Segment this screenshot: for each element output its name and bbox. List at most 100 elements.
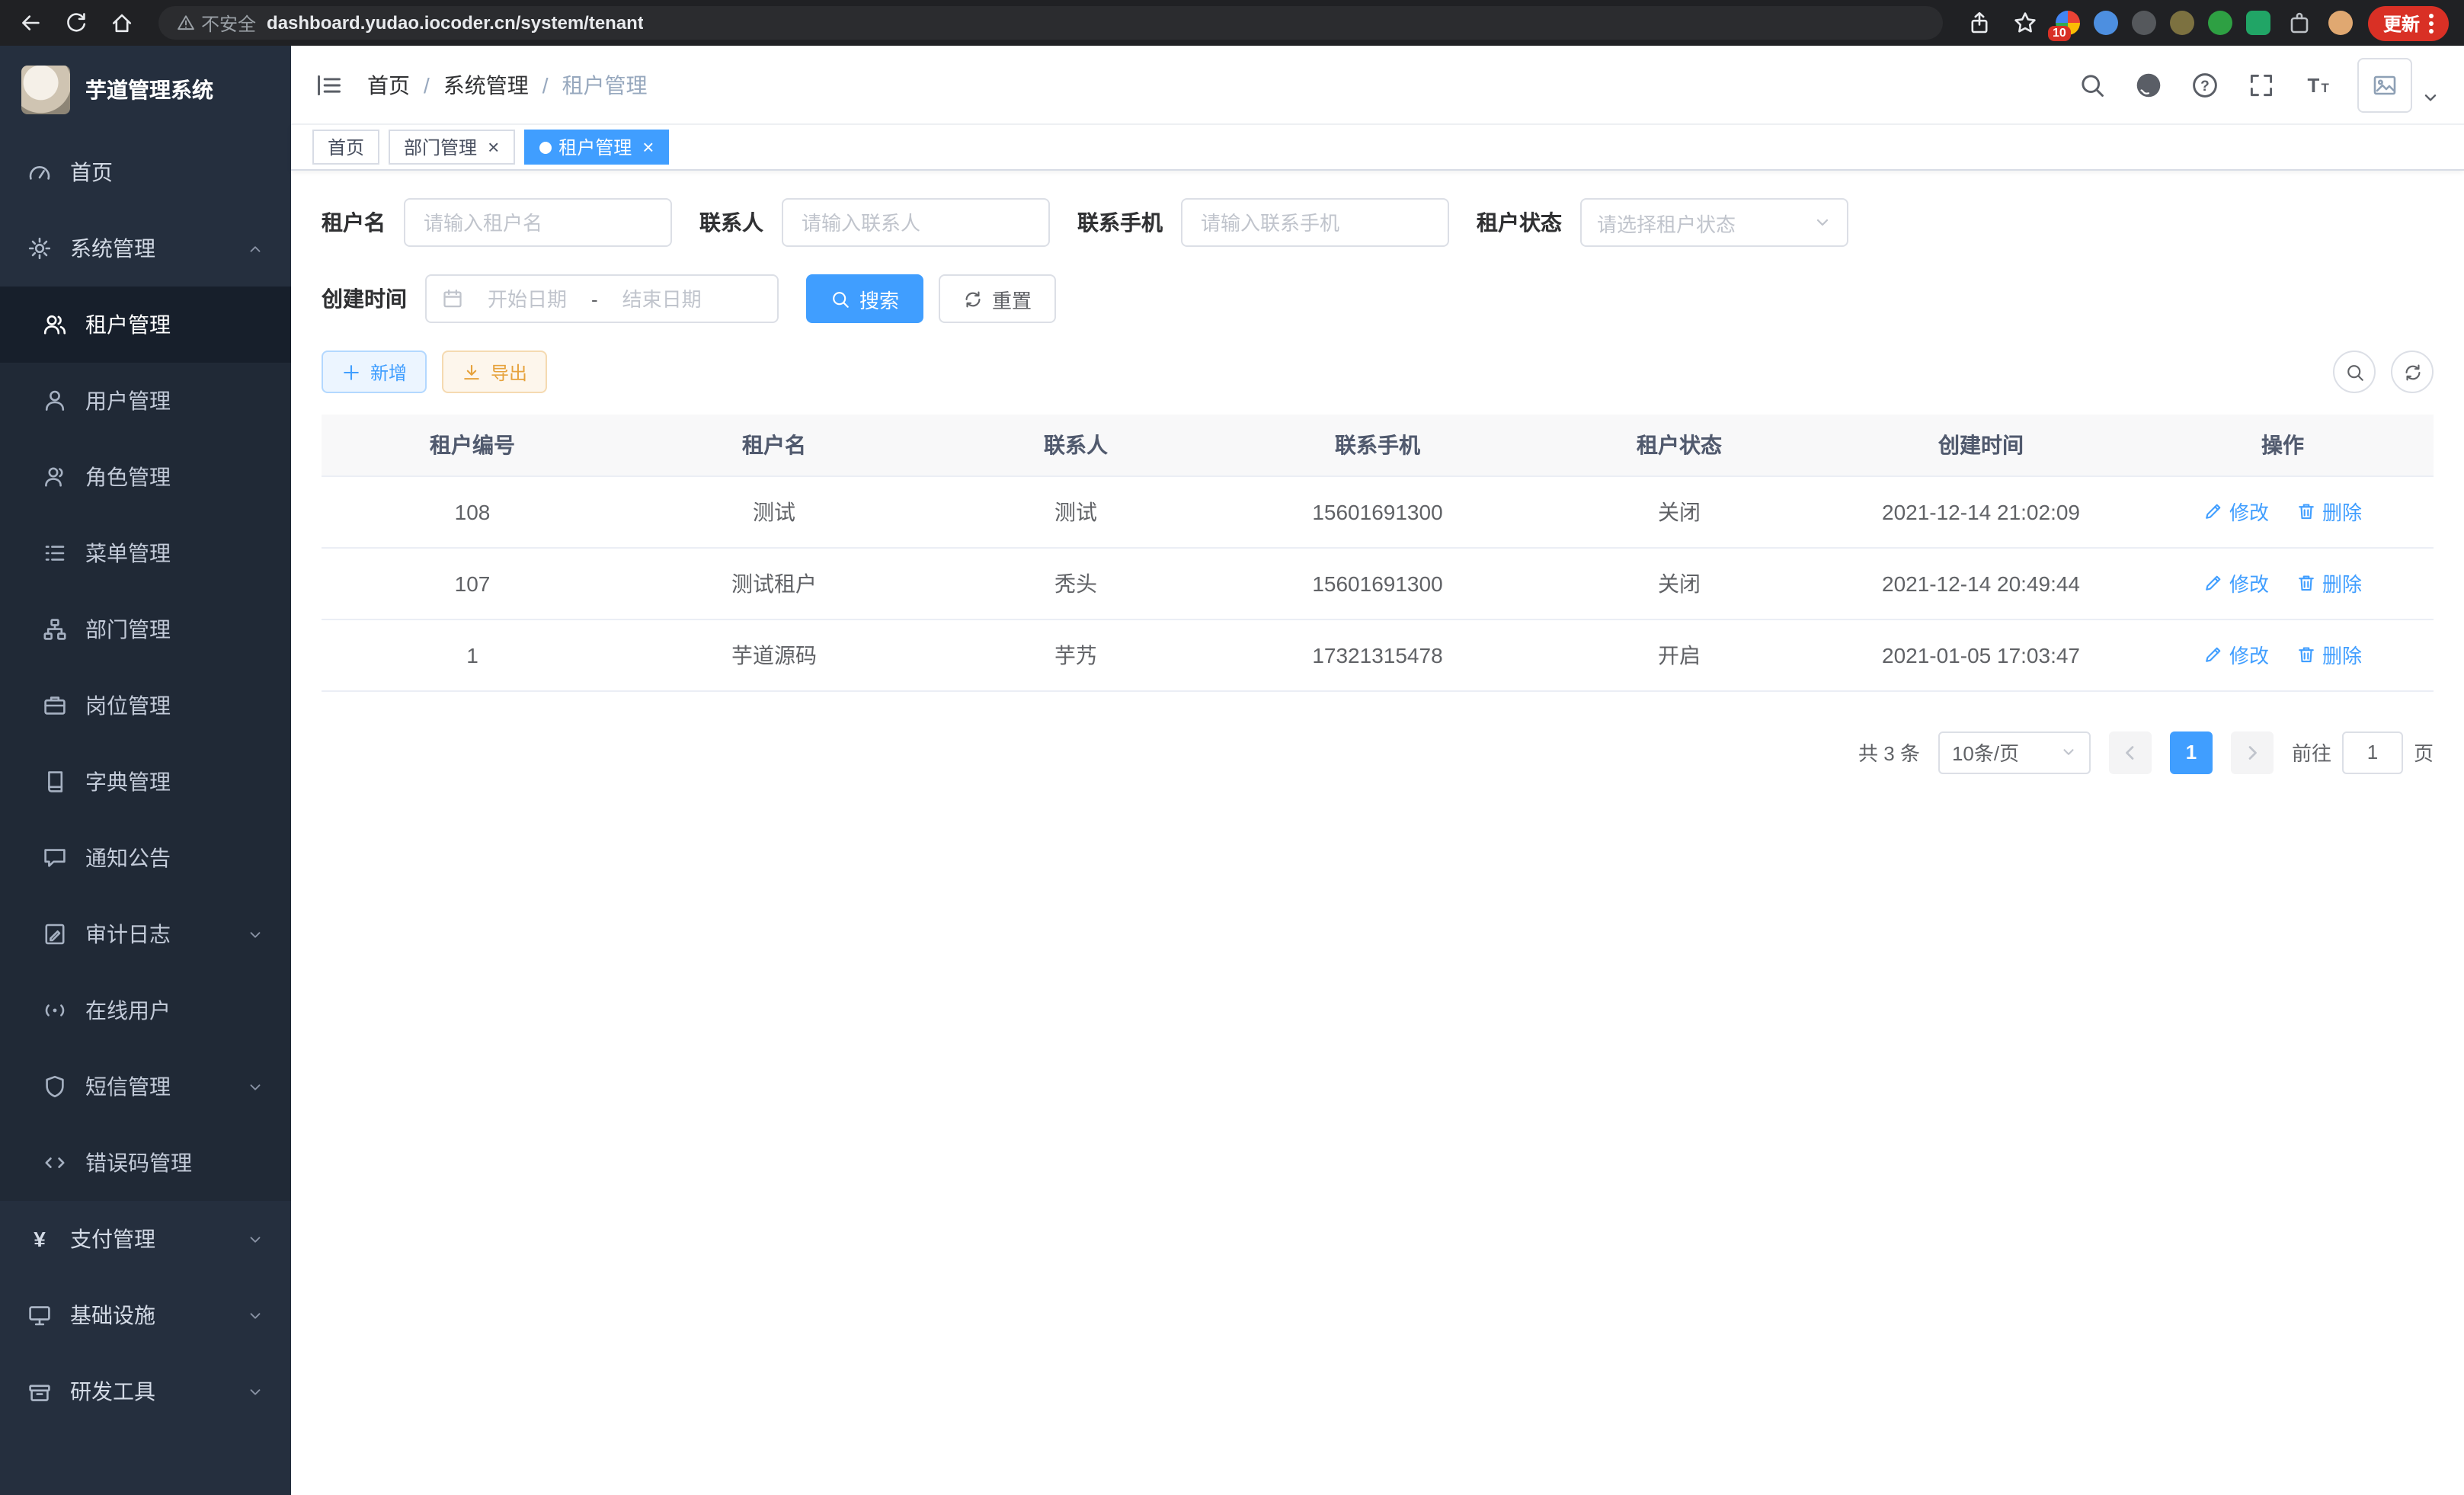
extension-dark-icon[interactable] [2132, 11, 2156, 35]
app-title: 芋道管理系统 [85, 75, 213, 105]
export-button[interactable]: 导出 [442, 351, 547, 393]
chevron-up-icon [247, 240, 264, 257]
extension-blue-icon[interactable] [2094, 11, 2118, 35]
fullscreen-icon[interactable] [2245, 68, 2278, 101]
topbar-actions: ? TT [2075, 57, 2440, 112]
edit-pencil-icon [2203, 645, 2223, 664]
goto-label: 前往 [2292, 738, 2331, 767]
sidebar-item-online[interactable]: 在线用户 [0, 972, 291, 1048]
cell-tenant-id: 107 [322, 547, 623, 619]
page-number-1[interactable]: 1 [2170, 731, 2213, 773]
tenant-name-input[interactable] [404, 198, 672, 247]
cell-actions: 修改删除 [2132, 475, 2434, 547]
security-label: 不安全 [201, 10, 256, 36]
cell-created: 2021-01-05 17:03:47 [1830, 619, 2132, 690]
refresh-icon[interactable] [61, 8, 91, 38]
share-icon[interactable] [1964, 8, 1995, 38]
date-end-input[interactable] [607, 287, 717, 310]
page-size-select[interactable]: 10条/页 [1938, 731, 2091, 773]
sidebar-item-dept[interactable]: 部门管理 [0, 591, 291, 667]
tab-home[interactable]: 首页 [312, 130, 379, 165]
help-icon[interactable]: ? [2188, 68, 2222, 101]
delete-link[interactable]: 删除 [2296, 497, 2362, 526]
header-search-icon[interactable] [2075, 68, 2109, 101]
breadcrumb-system[interactable]: 系统管理 [443, 69, 529, 100]
update-button[interactable]: 更新 [2368, 5, 2449, 40]
date-start-input[interactable] [472, 287, 582, 310]
sidebar-item-role[interactable]: 角色管理 [0, 439, 291, 515]
sidebar-item-home[interactable]: 首页 [0, 134, 291, 210]
refresh-table-button[interactable] [2391, 351, 2434, 393]
home-icon[interactable] [107, 8, 137, 38]
phone-input[interactable] [1181, 198, 1449, 247]
prev-page-button[interactable] [2109, 731, 2152, 773]
tab-dept[interactable]: 部门管理 × [389, 130, 514, 165]
tab-tenant[interactable]: 租户管理 × [523, 130, 669, 165]
extension-olive-icon[interactable] [2170, 11, 2194, 35]
toolbox-icon [27, 1379, 52, 1404]
app-logo[interactable]: 芋道管理系统 [0, 46, 291, 134]
search-button[interactable]: 搜索 [806, 274, 923, 323]
sidebar-collapse-button[interactable] [315, 71, 343, 98]
sidebar-item-notice[interactable]: 通知公告 [0, 820, 291, 896]
delete-link[interactable]: 删除 [2296, 568, 2362, 597]
tenant-table: 租户编号 租户名 联系人 联系手机 租户状态 创建时间 操作 108 测试 [322, 415, 2434, 691]
cell-tenant-name: 芋道源码 [623, 619, 925, 690]
sidebar-item-user[interactable]: 用户管理 [0, 363, 291, 439]
briefcase-icon [43, 693, 67, 718]
sidebar-item-pay[interactable]: ¥ 支付管理 [0, 1201, 291, 1277]
chevron-down-icon [247, 1307, 264, 1324]
gear-icon [27, 236, 52, 261]
main-area: 首页 / 系统管理 / 租户管理 ? TT [291, 46, 2464, 1495]
contact-input[interactable] [782, 198, 1050, 247]
toggle-search-button[interactable] [2333, 351, 2376, 393]
extension-green-circle-icon[interactable] [2208, 11, 2232, 35]
sidebar-item-sms[interactable]: 短信管理 [0, 1048, 291, 1125]
address-bar[interactable]: 不安全 dashboard.yudao.iocoder.cn/system/te… [158, 6, 1943, 40]
cell-contact: 秃头 [925, 547, 1227, 619]
github-icon[interactable] [2132, 68, 2165, 101]
reset-button[interactable]: 重置 [939, 274, 1056, 323]
table-row: 1 芋道源码 芋艿 17321315478 开启 2021-01-05 17:0… [322, 619, 2434, 690]
sidebar-item-audit[interactable]: 审计日志 [0, 896, 291, 972]
font-size-icon[interactable]: TT [2301, 68, 2334, 101]
breadcrumb-tenant: 租户管理 [562, 69, 648, 100]
sidebar-item-dict[interactable]: 字典管理 [0, 744, 291, 820]
browser-menu-dots-icon[interactable] [2429, 13, 2434, 33]
sidebar-item-system[interactable]: 系统管理 [0, 210, 291, 287]
breadcrumb-home[interactable]: 首页 [367, 69, 410, 100]
extension-green-square-icon[interactable] [2246, 11, 2270, 35]
close-tab-icon[interactable]: × [488, 137, 499, 157]
sidebar-item-menu[interactable]: 菜单管理 [0, 515, 291, 591]
delete-link[interactable]: 删除 [2296, 640, 2362, 669]
col-created: 创建时间 [1830, 415, 2132, 475]
user-avatar[interactable] [2357, 57, 2440, 112]
status-select[interactable]: 请选择租户状态 [1580, 198, 1848, 247]
extension-colorful-icon[interactable]: 10 [2056, 11, 2080, 35]
edit-link[interactable]: 修改 [2203, 497, 2269, 526]
profile-avatar-icon[interactable] [2328, 11, 2353, 35]
users-icon [43, 312, 67, 337]
tenant-name-label: 租户名 [322, 207, 386, 238]
puzzle-extensions-icon[interactable] [2284, 8, 2315, 38]
back-icon[interactable] [15, 8, 46, 38]
book-icon [43, 770, 67, 794]
filter-row-2: 创建时间 - 搜索 [322, 274, 2434, 323]
sidebar-item-infra[interactable]: 基础设施 [0, 1277, 291, 1353]
add-button[interactable]: 新增 [322, 351, 427, 393]
close-tab-icon[interactable]: × [642, 137, 654, 157]
edit-link[interactable]: 修改 [2203, 568, 2269, 597]
security-chip[interactable]: 不安全 [177, 10, 256, 36]
sidebar-item-dev[interactable]: 研发工具 [0, 1353, 291, 1429]
sidebar-item-post[interactable]: 岗位管理 [0, 667, 291, 744]
breadcrumb: 首页 / 系统管理 / 租户管理 [367, 69, 648, 100]
sidebar-item-errcode[interactable]: 错误码管理 [0, 1125, 291, 1201]
sidebar-item-tenant[interactable]: 租户管理 [0, 287, 291, 363]
date-range-picker[interactable]: - [425, 274, 779, 323]
dashboard-icon [27, 160, 52, 184]
bookmark-star-icon[interactable] [2010, 8, 2040, 38]
next-page-button[interactable] [2231, 731, 2274, 773]
goto-page-input[interactable] [2342, 731, 2403, 773]
edit-link[interactable]: 修改 [2203, 640, 2269, 669]
online-signal-icon [43, 998, 67, 1023]
